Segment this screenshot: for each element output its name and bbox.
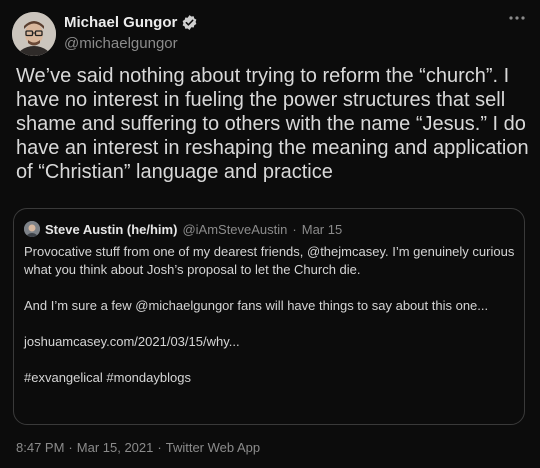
- avatar-image: [12, 12, 56, 56]
- quoted-tweet-card[interactable]: Steve Austin (he/him) @iAmSteveAustin · …: [13, 208, 525, 425]
- quoted-tweet-body: Provocative stuff from one of my dearest…: [24, 243, 516, 405]
- tweet-date[interactable]: Mar 15, 2021: [77, 440, 154, 455]
- tweet-source[interactable]: Twitter Web App: [166, 440, 260, 455]
- tweet-footer: 8:47 PM · Mar 15, 2021 · Twitter Web App: [16, 440, 260, 455]
- quoted-date: Mar 15: [301, 221, 343, 237]
- tweet-text: We’ve said nothing about trying to refor…: [16, 65, 529, 183]
- quoted-author-handle: @iAmSteveAustin: [182, 221, 288, 237]
- more-horizontal-icon[interactable]: [508, 8, 526, 26]
- author-handle[interactable]: @michaelgungor: [64, 35, 178, 52]
- author-avatar[interactable]: [12, 12, 56, 56]
- quoted-link: joshuamcasey.com/2021/03/15/why...: [24, 334, 240, 349]
- footer-separator: ·: [157, 440, 162, 455]
- quoted-separator: ·: [292, 221, 297, 237]
- quoted-author-name: Steve Austin (he/him): [45, 221, 178, 237]
- verified-badge-icon: [181, 14, 198, 31]
- author-display-name[interactable]: Michael Gungor: [64, 14, 177, 31]
- footer-separator: ·: [68, 440, 73, 455]
- quoted-author-avatar: [24, 221, 40, 237]
- author-name-row[interactable]: Michael Gungor: [64, 14, 198, 31]
- quoted-paragraph: Provocative stuff from one of my dearest…: [24, 244, 515, 277]
- quoted-tweet-header: Steve Austin (he/him) @iAmSteveAustin · …: [24, 221, 342, 237]
- quoted-hashtags: #exvangelical #mondayblogs: [24, 370, 191, 385]
- tweet-time[interactable]: 8:47 PM: [16, 440, 64, 455]
- quoted-paragraph: And I’m sure a few @michaelgungor fans w…: [24, 298, 489, 313]
- tweet-container: Michael Gungor @michaelgungor We’ve said…: [0, 0, 540, 468]
